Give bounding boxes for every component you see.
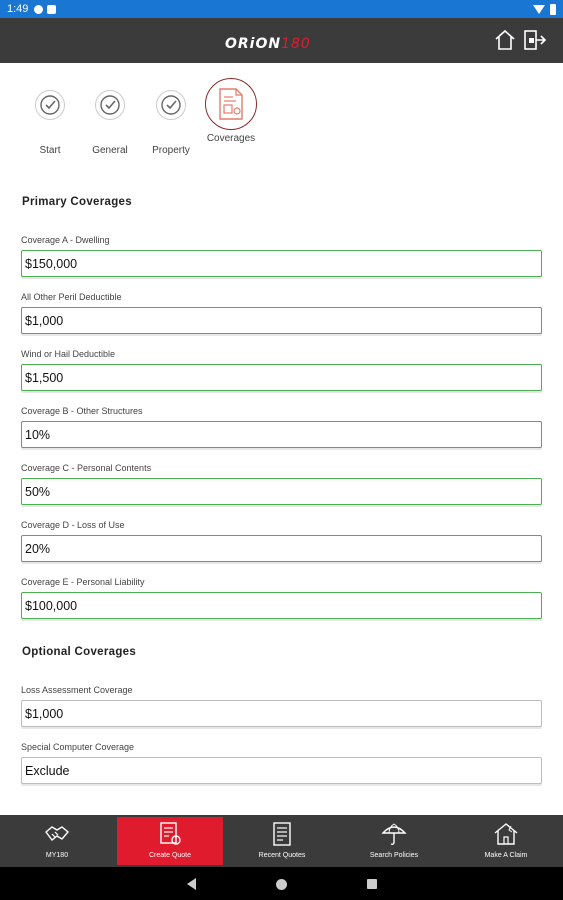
recents-icon[interactable] — [367, 879, 377, 889]
step-label: Property — [152, 145, 190, 156]
coverage-e-field: Coverage E - Personal Liability — [21, 577, 542, 619]
wind-hail-field: Wind or Hail Deductible — [21, 349, 542, 391]
loss-assessment-select[interactable] — [21, 700, 542, 727]
quote-progress-stepper: Start General Property Coverages — [0, 78, 300, 165]
coverage-d-field: Coverage D - Loss of Use — [21, 520, 542, 562]
handshake-icon — [45, 826, 69, 841]
coverage-b-input[interactable] — [21, 421, 542, 448]
battery-icon — [550, 3, 556, 15]
optional-coverages-title: Optional Coverages — [22, 646, 137, 658]
app-notification-icon — [47, 4, 57, 14]
field-label: Coverage B - Other Structures — [21, 406, 143, 416]
orion180-logo: ORiON180 — [225, 36, 311, 52]
check-icon — [156, 90, 186, 120]
notification-icon — [34, 4, 44, 14]
all-other-peril-field: All Other Peril Deductible — [21, 292, 542, 334]
logout-icon — [524, 30, 547, 50]
field-label: Coverage E - Personal Liability — [21, 577, 145, 587]
step-property[interactable]: Property — [141, 90, 201, 156]
field-label: Special Computer Coverage — [21, 742, 135, 752]
coverage-d-input[interactable] — [21, 535, 542, 562]
bottom-navigation: MY180 Create Quote Recent Quotes Search … — [0, 815, 563, 867]
nav-label: Search Policies — [369, 852, 419, 859]
field-label: Wind or Hail Deductible — [21, 349, 116, 359]
home-icon — [495, 29, 515, 50]
nav-label: Recent Quotes — [258, 852, 306, 859]
coverage-c-field: Coverage C - Personal Contents — [21, 463, 542, 505]
step-label: Coverages — [206, 133, 256, 144]
nav-label: Make A Claim — [484, 852, 528, 859]
nav-label: Create Quote — [148, 852, 192, 859]
step-label: Start — [39, 145, 61, 156]
step-start[interactable]: Start — [20, 90, 80, 156]
wind-hail-input[interactable] — [21, 364, 542, 391]
umbrella-icon — [381, 823, 407, 845]
special-computer-select[interactable] — [21, 757, 542, 784]
nav-create-quote[interactable]: Create Quote — [117, 817, 223, 865]
damaged-house-icon — [494, 823, 518, 845]
coverage-c-input[interactable] — [21, 478, 542, 505]
field-label: Coverage A - Dwelling — [21, 235, 110, 245]
field-label: All Other Peril Deductible — [21, 292, 122, 302]
all-other-peril-input[interactable] — [21, 307, 542, 334]
field-label: Loss Assessment Coverage — [21, 685, 133, 695]
loss-assessment-field: Loss Assessment Coverage — [21, 685, 542, 727]
nav-recent-quotes[interactable]: Recent Quotes — [229, 817, 335, 865]
home-button[interactable] — [492, 27, 518, 53]
android-navigation-bar — [0, 867, 563, 900]
app-header: ORiON180 — [0, 18, 563, 63]
special-computer-field: Special Computer Coverage — [21, 742, 542, 784]
step-label: General — [92, 145, 128, 156]
wifi-icon — [533, 4, 545, 14]
coverage-a-field: Coverage A - Dwelling — [21, 235, 542, 277]
status-bar: 1:49 — [0, 0, 563, 18]
nav-make-a-claim[interactable]: Make A Claim — [453, 817, 559, 865]
nav-label: MY180 — [45, 852, 69, 859]
status-time: 1:49 — [7, 3, 29, 15]
logo-accent: 180 — [281, 36, 311, 52]
coverage-a-input[interactable] — [21, 250, 542, 277]
coverage-e-input[interactable] — [21, 592, 542, 619]
step-general[interactable]: General — [80, 90, 140, 156]
coverage-document-icon — [205, 78, 257, 130]
field-label: Coverage C - Personal Contents — [21, 463, 152, 473]
primary-coverages-title: Primary Coverages — [22, 196, 132, 208]
logo-main: ORiON — [225, 36, 282, 52]
android-home-icon[interactable] — [276, 879, 287, 890]
logout-button[interactable] — [521, 27, 547, 53]
check-icon — [95, 90, 125, 120]
back-icon[interactable] — [187, 878, 196, 890]
quote-icon — [160, 822, 181, 845]
check-icon — [35, 90, 65, 120]
document-icon — [273, 822, 291, 846]
coverage-b-field: Coverage B - Other Structures — [21, 406, 542, 448]
nav-search-policies[interactable]: Search Policies — [341, 817, 447, 865]
nav-my180[interactable]: MY180 — [4, 817, 110, 865]
step-coverages[interactable]: Coverages — [201, 78, 261, 144]
field-label: Coverage D - Loss of Use — [21, 520, 125, 530]
